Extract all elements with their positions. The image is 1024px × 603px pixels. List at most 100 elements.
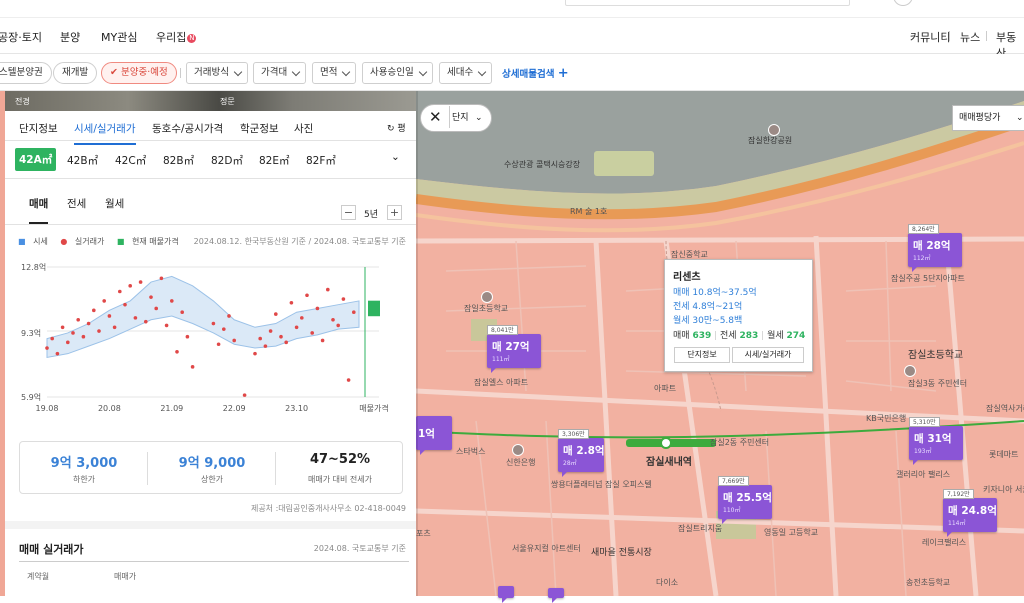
map-label: 레이크팰리스 (922, 538, 967, 547)
map-label: 다이소 (656, 578, 679, 587)
nav-item-my[interactable]: MY관심 (101, 29, 137, 45)
complex-popup: 리센츠 매매 10.8억~37.5억 전세 4.8억~21억 월세 30만~5.… (664, 259, 813, 372)
popup-wolse-label: 월세 (767, 331, 784, 341)
complex-photo-strip[interactable]: 전경 정문 (5, 91, 416, 111)
area-type-tab[interactable]: 82E㎡ (259, 153, 290, 168)
nav-item-presale[interactable]: 분양 (60, 29, 80, 45)
deal-point (180, 310, 184, 315)
area-type-tab[interactable]: 82F㎡ (306, 153, 336, 168)
popup-counts: 매매 639 | 전세 283 | 월세 274 (673, 331, 806, 341)
photo-label-gate: 정문 (220, 97, 235, 106)
area-type-tab[interactable]: 82D㎡ (211, 153, 243, 168)
period-plus-button[interactable]: + (387, 205, 402, 220)
top-bar (0, 0, 1024, 18)
complex-marker[interactable]: 3,306만 매 2.8억 28㎡ (558, 429, 605, 477)
tab-photos[interactable]: 사진 (294, 121, 313, 136)
tab-unit-price[interactable]: 동호수/공시가격 (152, 121, 223, 136)
main-tabs: 단지정보 시세/실거래가 동호수/공시가격 학군정보 사진 ↻ 평 (5, 111, 416, 145)
deal-point (227, 314, 231, 318)
advanced-search-button[interactable]: 상세매물검색 + (502, 66, 569, 81)
new-badge: N (187, 34, 197, 43)
marker-area: 110㎡ (723, 507, 741, 514)
area-type-tab[interactable]: 42A㎡ (15, 148, 57, 171)
marker-area: 114㎡ (948, 520, 966, 527)
close-icon[interactable]: ✕ (429, 105, 442, 129)
marker-area: 111㎡ (492, 356, 510, 363)
filter-chip-redevelopment[interactable]: 재개발 (53, 62, 98, 84)
nav-divider (986, 31, 987, 41)
deal-point (102, 299, 106, 303)
trade-tab-wolse[interactable]: 월세 (105, 196, 124, 211)
unit-toggle-label: 평 (397, 124, 406, 134)
panel-shadow (416, 91, 418, 596)
complex-marker[interactable]: 8,041만 매 27억 111㎡ (487, 325, 541, 373)
nav-item-community[interactable]: 커뮤니티 (910, 29, 950, 45)
stat-high-label: 상한가 (200, 475, 224, 484)
deal-point (97, 329, 101, 333)
complex-marker[interactable]: 8,264만 매 28억 112㎡ (908, 224, 962, 272)
area-type-tab[interactable]: 82B㎡ (163, 153, 194, 168)
filter-approval-date[interactable]: 사용승인일 (362, 62, 433, 84)
complex-marker[interactable]: 7,669만 매 25.5억 110㎡ (718, 476, 772, 524)
map-label: RM 술 1호 (570, 207, 608, 216)
marker-price: 매 24.8억 (948, 505, 997, 517)
map-label: 잠실3동 주민센터 (908, 379, 968, 388)
trade-tab-jeonse[interactable]: 전세 (67, 196, 86, 211)
complex-marker[interactable] (498, 586, 514, 603)
legend-item-deal: ● 실거래가 (60, 237, 105, 246)
deal-point (175, 349, 179, 354)
map-label: 영동일 고등학교 (764, 528, 819, 537)
filter-households[interactable]: 세대수 (439, 62, 493, 84)
user-icon[interactable] (893, 0, 913, 6)
marker-count: 8,264만 (908, 224, 939, 234)
map-label: 롯데마트 (989, 450, 1019, 459)
complex-selector[interactable]: ✕ 단지 ⌄ (420, 104, 492, 132)
deal-point (50, 336, 54, 341)
x-tick-label: 19.08 (36, 404, 59, 413)
filter-chip-officetel[interactable]: 스텔분양권 (0, 62, 52, 84)
complex-marker[interactable] (548, 588, 564, 603)
price-mode-select[interactable]: 매매평당가 ⌄ (952, 105, 1024, 131)
map-label: 서울유지컬 아트센터 (512, 544, 581, 553)
deal-point (170, 299, 174, 303)
price-band (46, 275, 360, 359)
deal-point (144, 319, 148, 324)
filter-price[interactable]: 가격대 (253, 62, 307, 84)
nav-item-land[interactable]: 공장·토지 (0, 29, 42, 45)
deal-point (305, 293, 309, 298)
unit-toggle-button[interactable]: ↻ 평 (387, 121, 406, 134)
popup-complex-info-button[interactable]: 단지정보 (674, 347, 730, 363)
complex-marker[interactable]: 7,192만 매 24.8억 114㎡ (943, 489, 997, 537)
marker-area: 193㎡ (914, 448, 932, 455)
area-type-tab[interactable]: 42B㎡ (67, 153, 98, 168)
plus-icon: + (557, 66, 569, 81)
deal-point (112, 325, 117, 330)
photo-label-overview: 전경 (15, 97, 30, 106)
deal-point (71, 331, 75, 335)
popup-price-button[interactable]: 시세/실거래가 (732, 347, 804, 363)
nav-divider (949, 31, 950, 41)
popup-title: 리센츠 (673, 272, 701, 283)
tab-school[interactable]: 학군정보 (240, 121, 279, 136)
map-label: 잠실엘스 아파트 (474, 378, 529, 387)
search-input[interactable] (565, 0, 850, 6)
marker-price: 매 28억 (913, 240, 951, 252)
trade-tab-sale[interactable]: 매매 (29, 196, 49, 224)
filter-area[interactable]: 면적 (312, 62, 357, 84)
filter-trade-type[interactable]: 거래방식 (186, 62, 248, 84)
filter-chip-presale[interactable]: ✔ 분양중·예정 (101, 62, 177, 84)
chevron-down-icon[interactable]: ⌄ (391, 151, 400, 163)
tab-complex-info[interactable]: 단지정보 (19, 121, 58, 136)
area-type-tab[interactable]: 42C㎡ (115, 153, 146, 168)
complex-marker[interactable]: 1억 (416, 416, 452, 455)
complex-marker[interactable]: 5,310만 매 31억 193㎡ (909, 417, 963, 465)
period-minus-button[interactable]: − (341, 205, 356, 220)
map-label: 신한은행 (506, 458, 536, 467)
price-chart[interactable]: 12.8억 9.3억 5.9억 19.08 20.08 21.09 22.09 23.10 매물… (19, 259, 409, 419)
nav-item-news[interactable]: 뉴스 (960, 29, 980, 45)
deal-point (346, 378, 351, 382)
stat-high: 9억 9,000 상한가 (148, 442, 276, 495)
nav-item-myhome[interactable]: 우리집 N (156, 29, 197, 45)
price-stats: 9억 3,000 하한가 9억 9,000 상한가 47~52% 매매가 대비 … (19, 441, 403, 494)
map-label: 잠실주공 5단지아파트 (891, 274, 965, 283)
